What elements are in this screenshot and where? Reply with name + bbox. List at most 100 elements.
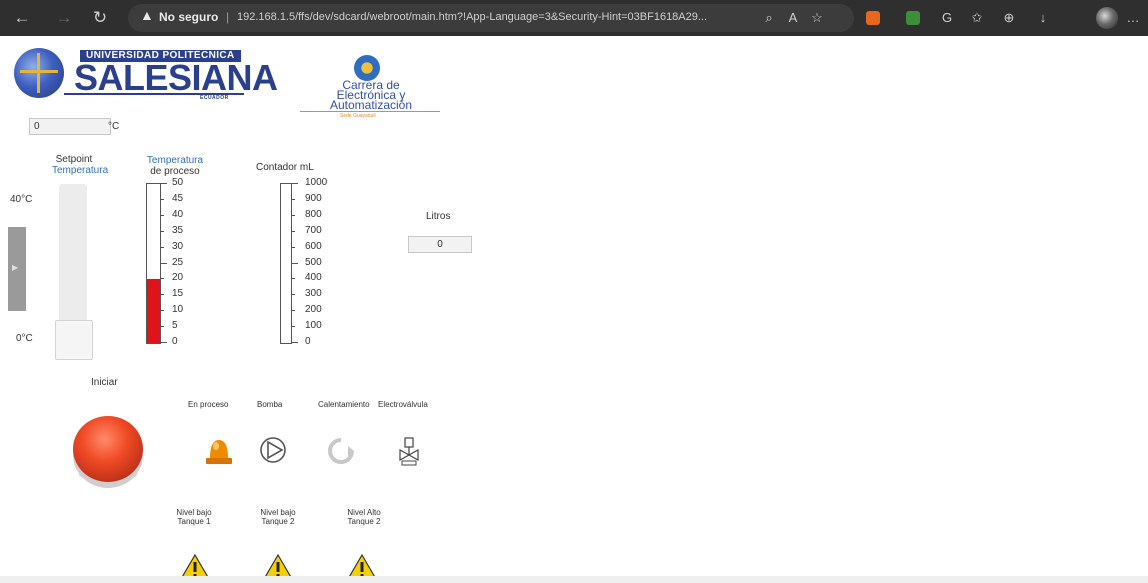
counter-tick xyxy=(291,247,295,248)
high-level-tank2-label: Nivel Alto Tanque 2 xyxy=(340,508,388,526)
back-icon[interactable]: ← xyxy=(10,6,34,30)
temperature-input[interactable]: 0 xyxy=(29,118,111,135)
liters-output: 0 xyxy=(408,236,472,253)
counter-tick xyxy=(291,215,295,216)
collections-icon[interactable]: ⊕ xyxy=(1000,10,1018,26)
forward-icon[interactable]: → xyxy=(52,6,76,30)
low-level-tank2-line2: Tanque 2 xyxy=(261,517,295,526)
counter-tick-label: 0 xyxy=(305,336,311,347)
read-aloud-icon[interactable]: A xyxy=(784,10,802,26)
ups-logo-sub: ECUADOR xyxy=(200,95,229,101)
process-temp-tick xyxy=(160,247,164,248)
page-bottom-border xyxy=(0,576,1148,583)
liters-label: Litros xyxy=(426,211,451,222)
process-temp-label: Temperatura de proceso xyxy=(137,155,213,177)
process-temp-tick-label: 30 xyxy=(172,241,184,252)
process-temp-tick xyxy=(160,294,164,295)
process-temp-tick xyxy=(160,231,164,232)
counter-tick-label: 300 xyxy=(305,288,322,299)
start-button[interactable] xyxy=(73,416,143,482)
setpoint-max-label: 40°C xyxy=(10,194,33,205)
counter-tick-label: 400 xyxy=(305,272,322,283)
security-label[interactable]: No seguro xyxy=(159,10,218,24)
setpoint-slider-thumb[interactable] xyxy=(55,320,93,360)
process-temp-tick-label: 50 xyxy=(172,177,184,188)
counter-tick-label: 600 xyxy=(305,241,322,252)
process-temp-tick-label: 35 xyxy=(172,225,184,236)
downloads-icon[interactable]: ↓ xyxy=(1034,10,1052,26)
counter-tick-label: 800 xyxy=(305,209,322,220)
counter-tick xyxy=(291,278,295,279)
in-process-label: En proceso xyxy=(188,400,229,409)
add-favorite-icon[interactable]: ☆ xyxy=(808,10,826,26)
process-temp-tick-label: 15 xyxy=(172,288,184,299)
extension-icon-3[interactable]: G xyxy=(938,10,956,26)
browser-toolbar: ← → ↻ ▲ No seguro | 192.168.1.5/ffs/dev/… xyxy=(0,0,1148,36)
favorites-icon[interactable]: ✩ xyxy=(968,10,986,26)
process-temp-tick-label: 0 xyxy=(172,336,178,347)
low-level-tank1-line1: Nivel bajo xyxy=(176,508,212,517)
low-level-tank1-label: Nivel bajo Tanque 1 xyxy=(170,508,218,526)
beacon-light-icon xyxy=(206,440,232,464)
address-separator: | xyxy=(226,10,230,24)
extension-icon-1[interactable] xyxy=(866,11,880,25)
process-temp-tick xyxy=(160,183,167,184)
process-temp-tick xyxy=(160,310,164,311)
process-temp-gauge xyxy=(146,183,161,344)
counter-tick xyxy=(291,294,295,295)
heating-label: Calentamiento xyxy=(318,400,370,409)
setpoint-label-line1: Setpoint xyxy=(55,154,93,165)
search-icon[interactable]: ⌕ xyxy=(760,10,778,26)
career-logo-rule xyxy=(300,111,440,112)
process-temp-tick-label: 20 xyxy=(172,272,184,283)
counter-tick-label: 100 xyxy=(305,320,322,331)
extension-icon-2[interactable] xyxy=(906,11,920,25)
process-temp-tick-label: 5 xyxy=(172,320,178,331)
ups-logo-main: SALESIANA xyxy=(74,57,278,98)
ups-globe-logo xyxy=(14,48,64,98)
valve-label: Electroválvula xyxy=(378,400,428,409)
process-temp-tick-label: 40 xyxy=(172,209,184,220)
setpoint-label-line2: Temperatura xyxy=(52,165,109,176)
high-level-tank2-line2: Tanque 2 xyxy=(347,517,381,526)
more-icon[interactable]: … xyxy=(1124,10,1142,26)
setpoint-label: Setpoint Temperatura xyxy=(52,154,109,176)
counter-tick xyxy=(291,183,298,184)
low-level-tank2-line1: Nivel bajo xyxy=(260,508,296,517)
process-temp-tick xyxy=(160,199,164,200)
pump-label: Bomba xyxy=(257,400,283,409)
refresh-icon[interactable]: ↻ xyxy=(88,6,112,30)
process-temp-tick xyxy=(160,326,164,327)
process-temp-label-line1: Temperatura xyxy=(146,155,204,166)
url-text[interactable]: 192.168.1.5/ffs/dev/sdcard/webroot/main.… xyxy=(237,11,747,23)
career-logo-text: Carrera de Electrónica y Automatización xyxy=(312,79,430,111)
side-panel-toggle[interactable]: ▶ xyxy=(8,227,26,311)
counter-tick xyxy=(291,342,298,343)
start-label: Iniciar xyxy=(91,377,118,388)
counter-tick xyxy=(291,326,295,327)
counter-tick-label: 700 xyxy=(305,225,322,236)
counter-tick xyxy=(291,231,295,232)
pump-icon xyxy=(260,437,286,463)
profile-avatar[interactable] xyxy=(1096,7,1118,29)
warning-icon[interactable]: ▲ xyxy=(140,7,156,27)
counter-label: Contador mL xyxy=(256,162,314,173)
counter-tick-label: 1000 xyxy=(305,177,328,188)
counter-tick-label: 500 xyxy=(305,257,322,268)
chevron-right-icon: ▶ xyxy=(12,263,19,272)
process-temp-tick-label: 10 xyxy=(172,304,184,315)
temperature-unit: °C xyxy=(108,121,120,132)
counter-tick-label: 900 xyxy=(305,193,322,204)
process-temp-tick-label: 25 xyxy=(172,257,184,268)
high-level-tank2-line1: Nivel Alto xyxy=(347,508,381,517)
solenoid-valve-icon xyxy=(399,437,419,466)
low-level-tank1-line2: Tanque 1 xyxy=(177,517,211,526)
counter-tick-label: 200 xyxy=(305,304,322,315)
low-level-tank2-label: Nivel bajo Tanque 2 xyxy=(254,508,302,526)
setpoint-min-label: 0°C xyxy=(16,333,33,344)
heating-icon xyxy=(328,438,354,464)
counter-tick xyxy=(291,199,295,200)
process-temp-label-line2: de proceso xyxy=(150,166,200,177)
career-logo-sub: Sede Guayaquil xyxy=(340,113,376,119)
process-temp-fill xyxy=(147,279,160,343)
